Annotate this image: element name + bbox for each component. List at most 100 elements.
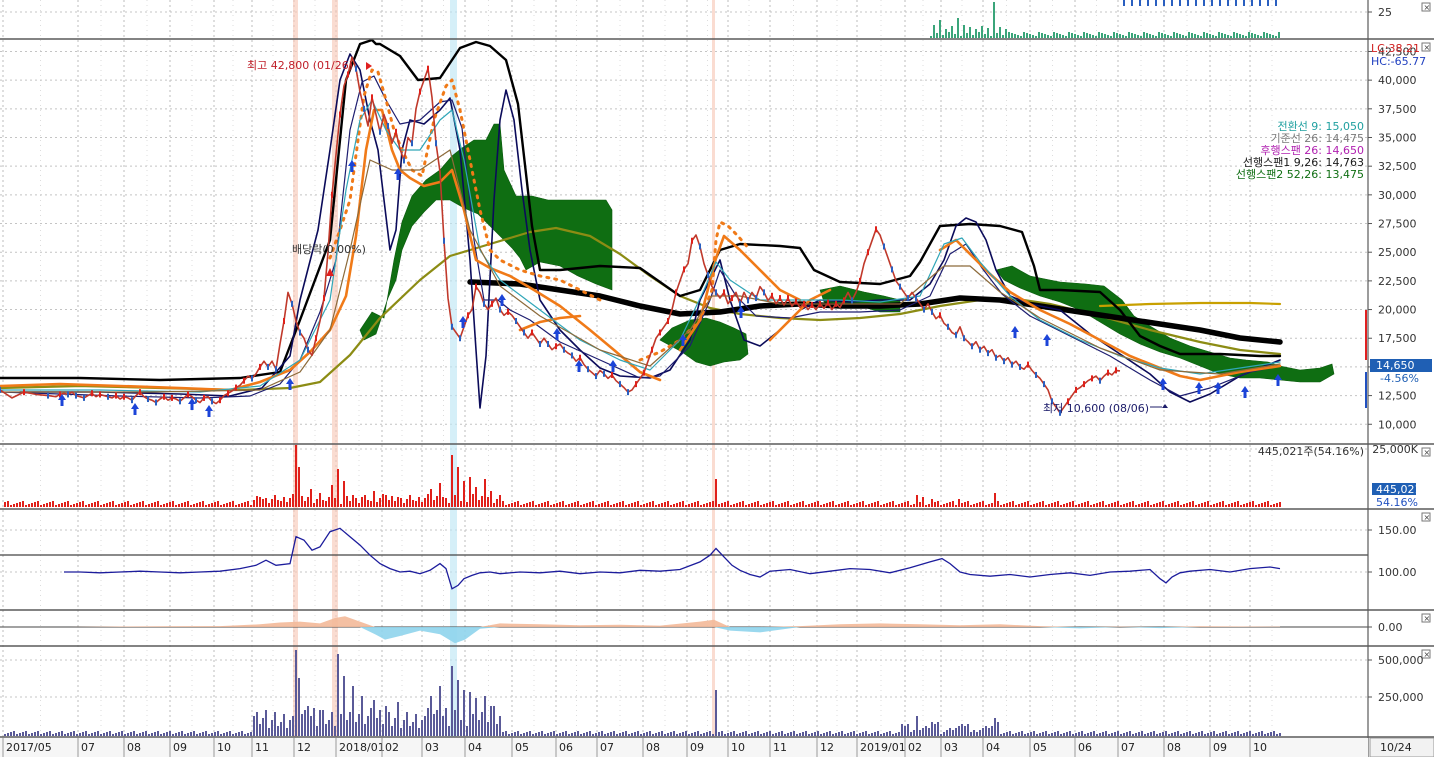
bottom-volume-bar [133,731,135,736]
bottom-volume-bar [760,734,762,736]
bottom-volume-bar [568,734,570,736]
volume-bar [523,504,525,507]
bottom-volume-bar [292,716,294,736]
volume-bar [748,504,750,507]
bottom-volume-bar [715,690,717,736]
volume-bar [976,503,978,507]
bottom-volume-bar [586,732,588,736]
bottom-volume-bar [280,722,282,736]
top-volume-bar [1032,35,1034,38]
volume-bar [1195,505,1197,507]
price-candle [915,295,917,302]
volume-bar [4,502,6,507]
price-candle [1003,358,1005,365]
bottom-volume-bar [799,733,801,736]
price-candle [1275,0,1277,6]
top-volume-bar [1011,33,1013,38]
top-volume-bar [1014,34,1016,38]
bottom-volume-bar [91,733,93,736]
bottom-volume-bar [1207,733,1209,736]
bottom-volume-bar [1258,732,1260,736]
volume-bar [505,505,507,507]
volume-bar [1117,501,1119,507]
volume-bar [643,504,645,507]
bottom-volume-bar [553,731,555,736]
bottom-volume-bar [1213,731,1215,736]
volume-bar [712,501,714,507]
price-candle [23,389,25,396]
price-candle [1139,0,1141,6]
volume-bar [304,501,306,507]
volume-bar [1219,502,1221,507]
volume-bar [289,498,291,507]
volume-bar [22,501,24,507]
volume-bar [790,505,792,507]
bottom-volume-bar [184,734,186,736]
bottom-volume-bar [871,733,873,736]
volume-bar [409,495,411,507]
bottom-volume-bar [1159,733,1161,736]
volume-bar [937,501,939,507]
volume-bar [421,502,423,507]
volume-bar [418,497,420,507]
volume-bar [1204,502,1206,507]
bottom-volume-bar [592,734,594,736]
bottom-volume-bar [136,734,138,736]
bottom-volume-bar [895,733,897,736]
top-volume-bar [939,20,941,38]
volume-bar [196,503,198,507]
bottom-volume-bar [16,734,18,736]
top-volume-bar [1134,34,1136,38]
volume-bar [370,501,372,507]
bottom-volume-bar [166,732,168,736]
price-candle [1011,361,1013,368]
volume-bar [457,467,459,507]
volume-bar [349,501,351,507]
bottom-volume-bar [1081,731,1083,736]
bottom-volume-bar [934,724,936,736]
bottom-volume-bar [1063,733,1065,736]
bottom-volume-bar [355,722,357,736]
bottom-volume-bar [154,732,156,736]
volume-bar [1057,501,1059,507]
bottom-volume-bar [364,724,366,736]
bottom-volume-bar [1252,734,1254,736]
volume-bar [478,500,480,507]
top-volume-bar [1020,36,1022,38]
bottom-volume-bar [1195,733,1197,736]
bottom-volume-bar [1141,731,1143,736]
bottom-volume-bar [160,734,162,736]
volume-bar [115,505,117,507]
volume-bar [13,504,15,507]
volume-bar [853,504,855,507]
price-axis-label: 37,500 [1378,103,1417,116]
volume-bar [784,502,786,507]
volume-bar [346,496,348,507]
volume-bar [1279,502,1281,507]
volume-bar [532,501,534,507]
volume-bar [436,496,438,507]
bottom-volume-bar [1042,732,1044,736]
top-volume-bar [1164,34,1166,38]
bottom-volume-bar [439,686,441,736]
price-candle [627,389,629,396]
top-volume-bar [1002,35,1004,38]
bottom-volume-bar [442,716,444,736]
volume-bar [118,504,120,507]
volume-bar [514,502,516,507]
price-candle [475,283,477,290]
bottom-volume-bar [1198,732,1200,736]
price-candle [139,389,141,396]
volume-bar [388,500,390,507]
bottom-volume-bar [1264,734,1266,736]
top-volume-bar [1053,32,1055,38]
volume-bar [442,497,444,507]
volume-bar [136,503,138,507]
top-volume-bar [1089,34,1091,38]
bottom-volume-bar [490,706,492,736]
bottom-volume-bar [241,731,243,736]
bottom-volume-bar [1111,733,1113,736]
bottom-volume-bar [883,733,885,736]
price-candle [0,386,1,393]
time-axis-label: 08 [1167,741,1181,754]
